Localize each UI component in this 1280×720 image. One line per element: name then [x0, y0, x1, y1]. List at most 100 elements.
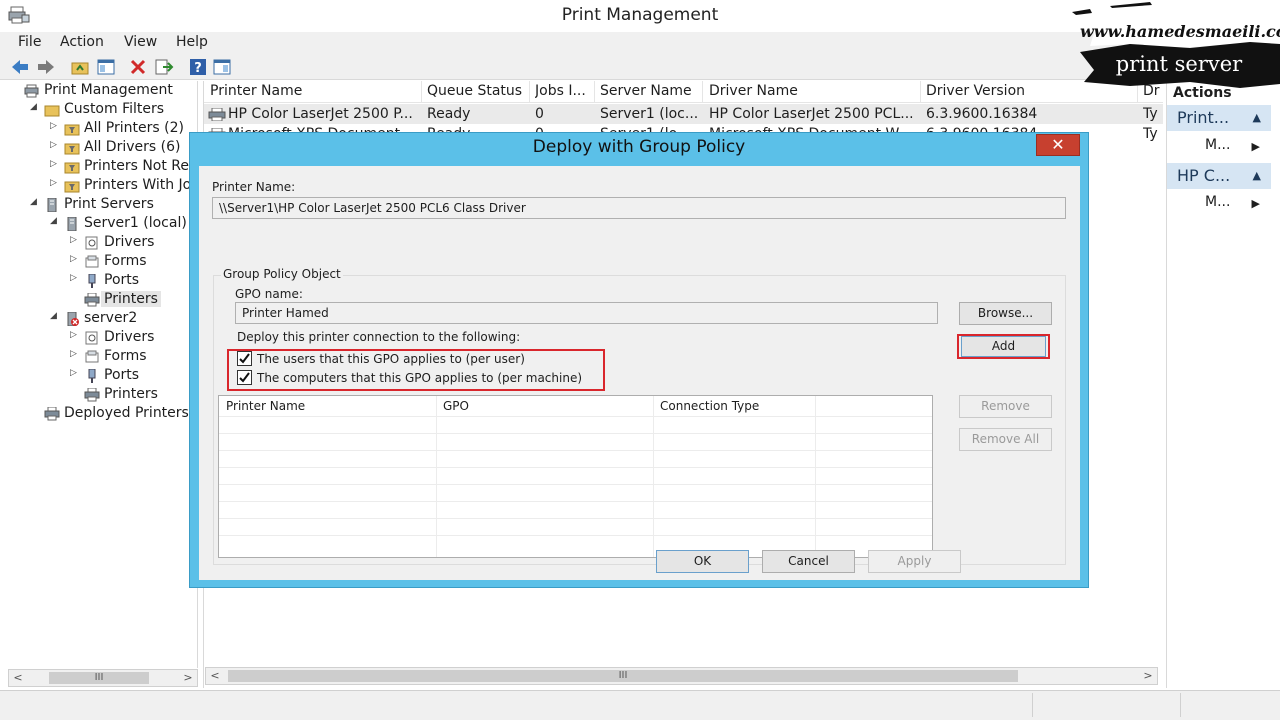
cell-driver-type: Ty — [1143, 126, 1158, 142]
expand-icon[interactable]: ▷ — [50, 121, 60, 131]
list-row[interactable]: HP Color LaserJet 2500 P... Ready 0 Serv… — [204, 104, 1163, 124]
actions-section-hp[interactable]: HP C... ▲ — [1167, 163, 1271, 189]
menu-view[interactable]: View — [124, 34, 157, 50]
actions-pane: Actions Print... ▲ M... ▶ HP C... ▲ M...… — [1166, 81, 1271, 688]
printer-icon — [84, 388, 100, 402]
tree-node-label: Ports — [104, 367, 140, 383]
up-folder-icon[interactable] — [70, 57, 90, 77]
collapse-icon[interactable]: ◢ — [50, 311, 60, 321]
server-error-icon — [67, 312, 79, 326]
forms-icon — [85, 255, 99, 268]
actions-section-label: HP C... — [1177, 166, 1231, 185]
scroll-right-arrow-icon[interactable]: > — [1139, 668, 1157, 684]
status-bar — [0, 690, 1280, 720]
watermark-label: print server — [1115, 52, 1243, 76]
ports-icon — [88, 369, 96, 383]
add-button[interactable]: Add — [961, 336, 1046, 357]
ok-button[interactable]: OK — [656, 550, 749, 573]
cell-driver-version: 6.3.9600.16384 — [926, 106, 1038, 122]
expand-icon[interactable]: ▷ — [70, 368, 80, 378]
scroll-left-arrow-icon[interactable]: < — [9, 670, 27, 686]
col-driver-name[interactable]: Driver Name — [709, 83, 917, 99]
filter-icon — [64, 181, 80, 193]
expand-icon[interactable]: ▷ — [50, 178, 60, 188]
console-tree: Print Management ◢ Custom Filters ▷ All Prin… — [8, 81, 198, 668]
ports-icon — [88, 274, 96, 288]
tree-node-label: Printers Not Rea — [84, 158, 198, 174]
menu-action[interactable]: Action — [60, 34, 104, 50]
expand-icon[interactable]: ▷ — [70, 273, 80, 283]
printer-icon — [44, 407, 60, 421]
back-icon[interactable] — [10, 57, 30, 77]
tree-horizontal-scrollbar[interactable]: < III > — [8, 669, 198, 687]
deploy-to-label: Deploy this printer connection to the fo… — [237, 330, 521, 344]
show-hide-console-tree-icon[interactable] — [96, 57, 116, 77]
server-icon — [67, 217, 77, 231]
expand-icon[interactable]: ▷ — [70, 349, 80, 359]
col-server-name[interactable]: Server Name — [600, 83, 704, 99]
collapse-icon[interactable]: ◢ — [30, 197, 40, 207]
collapse-icon[interactable]: ◢ — [30, 102, 40, 112]
cell-printer-name: HP Color LaserJet 2500 P... — [228, 106, 413, 122]
scroll-right-arrow-icon[interactable]: > — [179, 670, 197, 686]
grid-col-printer-name[interactable]: Printer Name — [226, 399, 305, 413]
remove-button[interactable]: Remove — [959, 395, 1052, 418]
tree-node-label: Printers — [101, 291, 161, 307]
collapse-up-icon[interactable]: ▲ — [1253, 169, 1261, 182]
forward-icon[interactable] — [36, 57, 56, 77]
cell-queue-status: Ready — [427, 106, 471, 122]
col-queue-status[interactable]: Queue Status — [427, 83, 527, 99]
tree-node-label: Forms — [104, 348, 147, 364]
close-icon: ✕ — [1051, 135, 1065, 154]
expand-icon[interactable]: ▷ — [50, 140, 60, 150]
delete-icon[interactable] — [128, 57, 148, 77]
per-user-checkbox[interactable] — [237, 351, 252, 366]
export-list-icon[interactable] — [154, 57, 174, 77]
col-jobs[interactable]: Jobs I... — [535, 83, 593, 99]
col-printer-name[interactable]: Printer Name — [210, 83, 418, 99]
collapse-up-icon[interactable]: ▲ — [1253, 111, 1261, 124]
grid-col-connection-type[interactable]: Connection Type — [660, 399, 759, 413]
checkmark-icon — [239, 353, 250, 364]
grid-col-gpo[interactable]: GPO — [443, 399, 469, 413]
cell-jobs: 0 — [535, 106, 544, 122]
per-machine-label[interactable]: The computers that this GPO applies to (… — [257, 371, 582, 385]
scroll-thumb[interactable]: III — [228, 670, 1018, 682]
scroll-thumb[interactable]: III — [49, 672, 149, 684]
filter-icon — [64, 162, 80, 174]
per-user-label[interactable]: The users that this GPO applies to (per … — [257, 352, 525, 366]
list-horizontal-scrollbar[interactable]: < III > — [205, 667, 1158, 685]
actions-more-item[interactable]: M... — [1205, 194, 1230, 210]
menu-help[interactable]: Help — [176, 34, 208, 50]
per-machine-checkbox[interactable] — [237, 370, 252, 385]
deployed-connections-grid: Printer Name GPO Connection Type — [218, 395, 933, 558]
menu-file[interactable]: File — [18, 34, 41, 50]
forms-icon — [85, 350, 99, 363]
close-button[interactable]: ✕ — [1036, 134, 1080, 156]
help-icon[interactable]: ? — [188, 57, 208, 77]
scroll-left-arrow-icon[interactable]: < — [206, 668, 224, 684]
actions-more-item[interactable]: M... — [1205, 137, 1230, 153]
expand-icon[interactable]: ▷ — [50, 159, 60, 169]
tree-node-label: Drivers — [104, 329, 155, 345]
tree-node-label: Forms — [104, 253, 147, 269]
apply-button[interactable]: Apply — [868, 550, 961, 573]
cancel-button[interactable]: Cancel — [762, 550, 855, 573]
actions-section-printer[interactable]: Print... ▲ — [1167, 105, 1271, 131]
submenu-arrow-icon: ▶ — [1251, 197, 1260, 210]
tree-node-label: server2 — [84, 310, 138, 326]
list-header: Printer Name Queue Status Jobs I... Serv… — [204, 81, 1163, 103]
tree-node-label: Drivers — [104, 234, 155, 250]
gpo-name-field[interactable]: Printer Hamed — [235, 302, 938, 324]
remove-all-button[interactable]: Remove All — [959, 428, 1052, 451]
tree-node-label: Custom Filters — [64, 101, 165, 117]
browse-button[interactable]: Browse... — [959, 302, 1052, 325]
submenu-arrow-icon: ▶ — [1251, 140, 1260, 153]
expand-icon[interactable]: ▷ — [70, 254, 80, 264]
watermark-brush-logo — [1072, 2, 1280, 88]
properties-pane-icon[interactable] — [212, 57, 232, 77]
expand-icon[interactable]: ▷ — [70, 330, 80, 340]
collapse-icon[interactable]: ◢ — [50, 216, 60, 226]
svg-text:?: ? — [194, 61, 202, 76]
expand-icon[interactable]: ▷ — [70, 235, 80, 245]
